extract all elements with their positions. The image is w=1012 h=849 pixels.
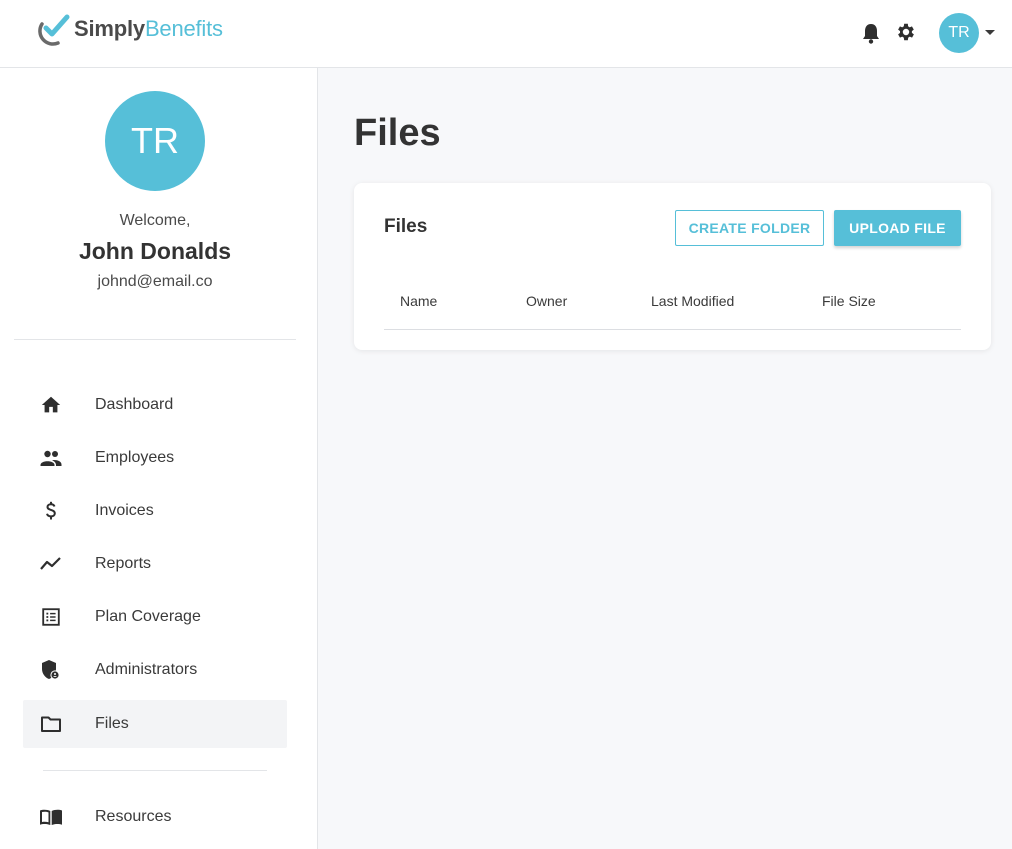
simplybenefits-logo[interactable]: SimplyBenefits <box>36 12 223 46</box>
top-header: SimplyBenefits TR <box>0 0 1012 68</box>
trend-icon <box>39 552 63 576</box>
sidebar-item-label: Dashboard <box>95 396 174 413</box>
column-header-owner[interactable]: Owner <box>526 293 567 309</box>
dollar-icon <box>39 499 63 523</box>
sidebar-item-label: Employees <box>95 449 175 466</box>
logo-check-icon <box>38 14 70 46</box>
column-header-name[interactable]: Name <box>400 293 437 309</box>
sidebar-item-resources[interactable]: Resources <box>23 793 287 841</box>
user-email: johnd@email.co <box>97 273 213 290</box>
sidebar-item-label: Resources <box>95 808 172 825</box>
bell-icon[interactable] <box>861 22 881 44</box>
sidebar-divider <box>14 339 296 340</box>
sidebar-item-employees[interactable]: Employees <box>23 434 287 482</box>
profile-avatar: TR <box>105 91 205 191</box>
people-icon <box>39 446 63 470</box>
sidebar-item-label: Reports <box>95 555 152 572</box>
sidebar-item-label: Invoices <box>95 502 154 519</box>
sidebar-divider <box>43 770 267 771</box>
logo-text-benefits: Benefits <box>144 16 223 41</box>
column-header-file-size[interactable]: File Size <box>822 293 876 309</box>
page-title: Files <box>354 112 441 154</box>
create-folder-button[interactable]: CREATE FOLDER <box>675 210 824 246</box>
folder-icon <box>39 712 63 736</box>
sidebar-item-dashboard[interactable]: Dashboard <box>23 381 287 429</box>
book-icon <box>39 805 63 829</box>
gear-icon[interactable] <box>895 21 917 43</box>
user-name: John Donalds <box>78 238 232 264</box>
table-header-divider <box>384 329 961 330</box>
logo-text-simply: Simply <box>74 16 145 41</box>
sidebar: TR Welcome, John Donalds johnd@email.co … <box>0 68 318 849</box>
sidebar-item-label: Administrators <box>95 661 198 678</box>
sidebar-item-reports[interactable]: Reports <box>23 540 287 588</box>
shield-icon <box>39 658 63 682</box>
list-icon <box>39 605 63 629</box>
sidebar-item-plan-coverage[interactable]: Plan Coverage <box>23 593 287 641</box>
card-title: Files <box>384 216 428 237</box>
sidebar-item-administrators[interactable]: Administrators <box>23 646 287 694</box>
home-icon <box>39 393 63 417</box>
files-card: Files CREATE FOLDER UPLOAD FILE Name Own… <box>354 183 991 350</box>
column-header-last-modified[interactable]: Last Modified <box>651 293 734 309</box>
sidebar-item-files[interactable]: Files <box>23 700 287 748</box>
sidebar-item-invoices[interactable]: Invoices <box>23 487 287 535</box>
chevron-down-icon[interactable] <box>985 30 995 35</box>
user-avatar[interactable]: TR <box>939 13 979 53</box>
sidebar-item-label: Files <box>95 715 129 732</box>
welcome-text: Welcome, <box>119 212 191 229</box>
sidebar-item-label: Plan Coverage <box>95 608 201 625</box>
upload-file-button[interactable]: UPLOAD FILE <box>834 210 961 246</box>
